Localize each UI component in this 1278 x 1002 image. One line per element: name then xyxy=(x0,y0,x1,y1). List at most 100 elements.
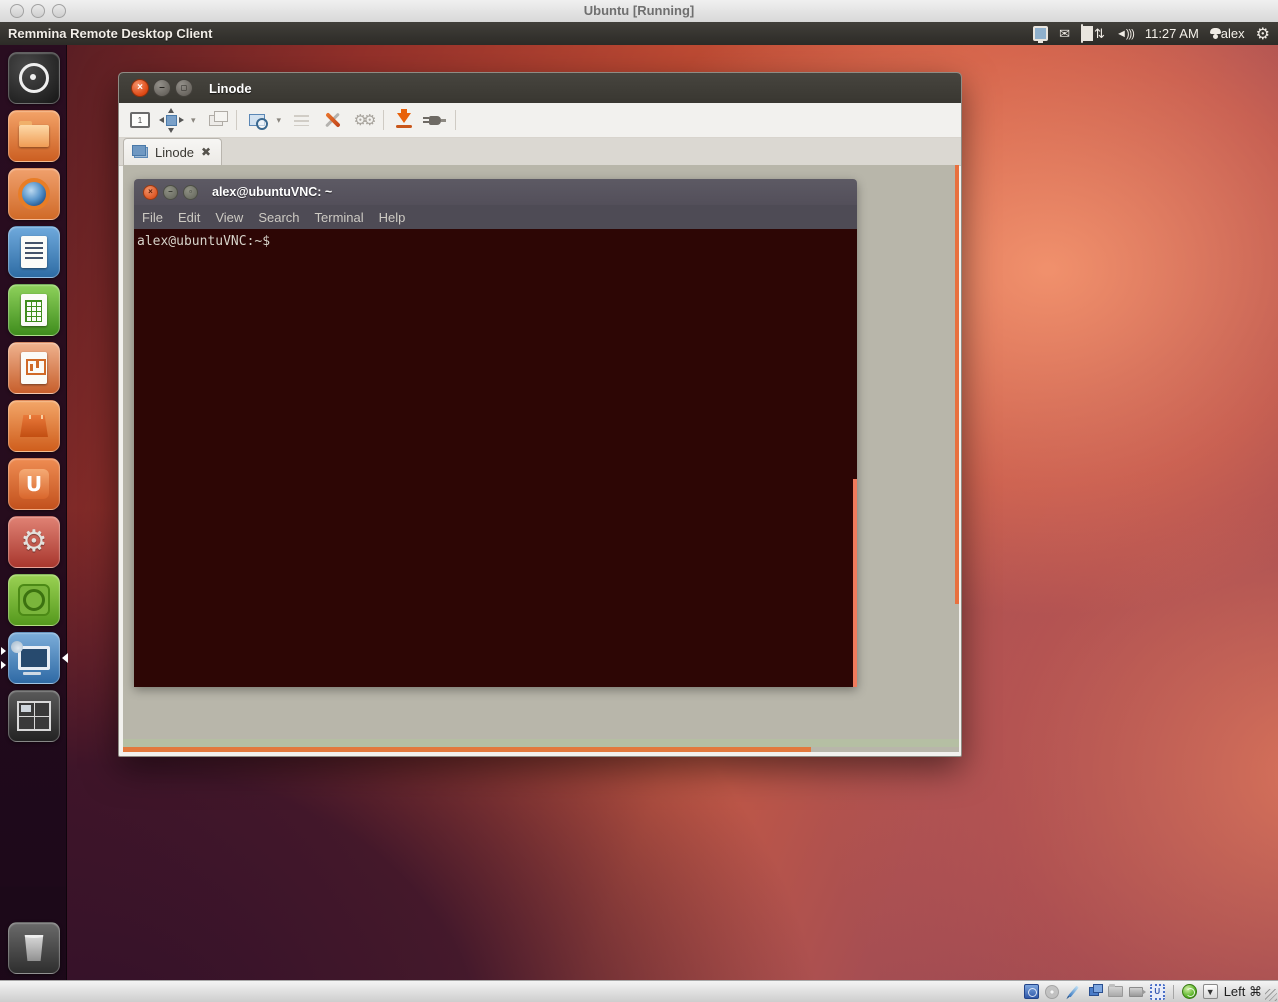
toolbar-separator xyxy=(383,110,384,130)
panel-indicator-area: ✉ ⇅ ◄))) 11:27 AM alex ⚙ xyxy=(1033,24,1278,44)
ubuntu-logo-icon xyxy=(19,63,49,93)
network-icon[interactable]: ⇅ xyxy=(1094,26,1105,42)
keyboard-grab-button[interactable] xyxy=(290,109,312,131)
username-label[interactable]: alex xyxy=(1221,26,1245,41)
battery-icon[interactable] xyxy=(1081,25,1083,43)
video-capture-icon[interactable] xyxy=(1129,984,1144,999)
remote-desktop-viewport[interactable]: × – ▫ alex@ubuntuVNC: ~ File Edit View S… xyxy=(123,165,959,752)
switch-page-button[interactable] xyxy=(205,109,227,131)
disconnect-button[interactable] xyxy=(424,109,446,131)
grab-lines-icon xyxy=(294,115,309,126)
connection-icon xyxy=(134,147,148,158)
window-maximize-button[interactable]: ◻ xyxy=(175,79,193,97)
tablet-pen-icon[interactable] xyxy=(1066,984,1081,999)
window-close-button[interactable]: × xyxy=(131,79,149,97)
virtualization-icon[interactable]: U xyxy=(1150,984,1165,999)
shared-folders-icon[interactable] xyxy=(1108,984,1123,999)
terminal-border-highlight xyxy=(853,479,857,687)
spreadsheet-icon xyxy=(21,294,47,326)
scale-dropdown-caret[interactable]: ▾ xyxy=(191,115,196,126)
tools-button[interactable] xyxy=(321,109,343,131)
down-arrow-icon xyxy=(397,113,411,123)
menu-file[interactable]: File xyxy=(142,210,163,225)
host-window-title: Ubuntu [Running] xyxy=(0,0,1278,22)
terminal-maximize-button[interactable]: ▫ xyxy=(183,185,198,200)
preferences-button[interactable]: ⚙⚙ xyxy=(352,109,374,131)
firefox-icon[interactable] xyxy=(8,168,60,220)
resize-grip[interactable] xyxy=(1265,989,1277,1001)
software-updater-icon[interactable] xyxy=(8,574,60,626)
libreoffice-calc-icon[interactable] xyxy=(8,284,60,336)
terminal-screen[interactable]: alex@ubuntuVNC:~$ xyxy=(134,229,857,687)
remmina-toolbar: 1 ▾ ▾ ⚙⚙ xyxy=(119,103,961,138)
ubuntu-top-panel: Remmina Remote Desktop Client ✉ ⇅ ◄))) 1… xyxy=(0,22,1278,45)
panel-app-title: Remmina Remote Desktop Client xyxy=(8,26,212,41)
terminal-menubar: File Edit View Search Terminal Help xyxy=(134,205,857,229)
presentation-icon xyxy=(21,352,47,384)
gears-icon: ⚙⚙ xyxy=(354,111,373,129)
running-indicator-arrow xyxy=(1,661,6,669)
plug-icon xyxy=(429,116,441,125)
hard-disk-icon[interactable] xyxy=(1024,984,1039,999)
session-gear-icon[interactable]: ⚙ xyxy=(1256,24,1270,44)
remote-desktop-band xyxy=(123,739,959,747)
remmina-indicator-icon[interactable] xyxy=(1033,26,1048,41)
terminal-close-button[interactable]: × xyxy=(143,185,158,200)
unity-launcher: U ⚙ xyxy=(0,45,67,980)
workspace-grid-icon xyxy=(17,701,51,731)
window-minimize-button[interactable]: – xyxy=(153,79,171,97)
zoom-dropdown-caret[interactable]: ▾ xyxy=(277,115,282,126)
optical-drive-icon[interactable] xyxy=(1045,984,1060,999)
folder-icon xyxy=(19,125,49,147)
status-separator xyxy=(1173,985,1174,999)
menu-terminal[interactable]: Terminal xyxy=(315,210,364,225)
system-settings-icon[interactable]: ⚙ xyxy=(8,516,60,568)
files-icon[interactable] xyxy=(8,110,60,162)
u-letter-icon: U xyxy=(19,469,49,499)
messages-icon[interactable]: ✉ xyxy=(1059,26,1070,42)
tab-linode[interactable]: Linode ✖ xyxy=(123,138,222,165)
workspace-switcher-icon[interactable] xyxy=(8,690,60,742)
toolbar-separator xyxy=(236,110,237,130)
tools-icon xyxy=(323,111,341,129)
remmina-launcher-icon[interactable] xyxy=(8,632,60,684)
menu-view[interactable]: View xyxy=(215,210,243,225)
menu-help[interactable]: Help xyxy=(379,210,406,225)
ubuntu-one-icon[interactable]: U xyxy=(8,458,60,510)
terminal-window: × – ▫ alex@ubuntuVNC: ~ File Edit View S… xyxy=(134,179,857,687)
fullscreen-button[interactable]: 1 xyxy=(129,109,151,131)
shell-prompt: alex@ubuntuVNC:~$ xyxy=(134,229,857,249)
trash-icon[interactable] xyxy=(8,922,60,974)
menu-search[interactable]: Search xyxy=(258,210,299,225)
network-adapters-icon[interactable] xyxy=(1087,984,1102,999)
fullscreen-icon: 1 xyxy=(130,112,150,128)
globe-icon xyxy=(18,178,50,210)
trash-can-icon xyxy=(23,935,45,961)
software-center-icon[interactable] xyxy=(8,400,60,452)
libreoffice-writer-icon[interactable] xyxy=(8,226,60,278)
mouse-integration-icon[interactable] xyxy=(1182,984,1197,999)
libreoffice-impress-icon[interactable] xyxy=(8,342,60,394)
remmina-window: × – ◻ Linode 1 ▾ ▾ ⚙⚙ Linode ✖ xyxy=(118,72,962,757)
vbox-status-bar: U ▼ Left ⌘ xyxy=(0,980,1278,1002)
host-window-titlebar: Ubuntu [Running] xyxy=(0,0,1278,23)
desktop-wallpaper: U ⚙ × – ◻ Linode 1 ▾ ▾ ⚙⚙ xyxy=(0,45,1278,980)
document-icon xyxy=(21,236,47,268)
keyboard-capture-icon[interactable]: ▼ xyxy=(1203,984,1218,999)
menu-edit[interactable]: Edit xyxy=(178,210,200,225)
remmina-titlebar[interactable]: × – ◻ Linode xyxy=(119,73,961,103)
toolbar-separator xyxy=(455,110,456,130)
focused-indicator-arrow xyxy=(62,653,68,663)
clock[interactable]: 11:27 AM xyxy=(1145,26,1199,41)
window-title: Linode xyxy=(209,81,252,96)
zoom-button[interactable] xyxy=(246,109,268,131)
terminal-minimize-button[interactable]: – xyxy=(163,185,178,200)
dash-home-icon[interactable] xyxy=(8,52,60,104)
gear-wrench-icon: ⚙ xyxy=(21,527,48,557)
volume-icon[interactable]: ◄))) xyxy=(1116,28,1134,40)
scale-button[interactable] xyxy=(160,109,182,131)
terminal-titlebar[interactable]: × – ▫ alex@ubuntuVNC: ~ xyxy=(134,179,857,205)
minimize-to-tray-button[interactable] xyxy=(393,109,415,131)
ubuntu-swirl-icon xyxy=(18,584,50,616)
tab-close-icon[interactable]: ✖ xyxy=(201,146,211,158)
